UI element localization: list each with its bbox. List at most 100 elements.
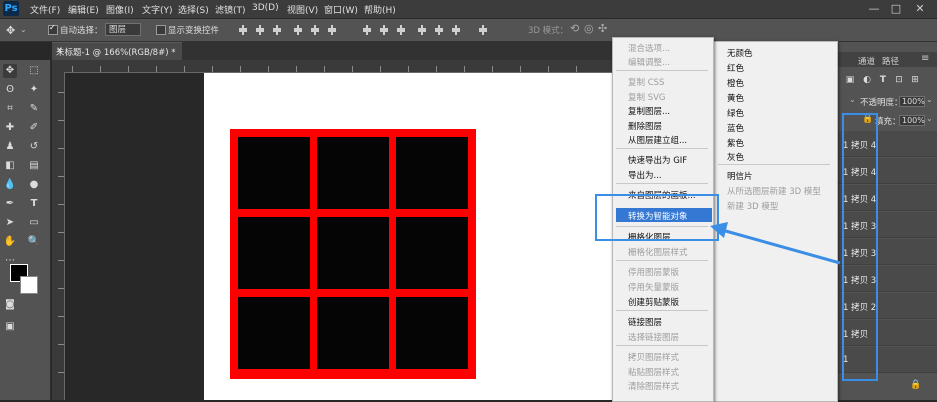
grid-cell[interactable] xyxy=(238,137,310,209)
menu-item[interactable]: 绿色 xyxy=(727,107,744,119)
menu-item[interactable]: 红色 xyxy=(727,62,744,74)
filter-adjust-icon[interactable]: ◐ xyxy=(862,75,872,85)
menu-edit[interactable]: 编辑(E) xyxy=(68,3,99,16)
filter-shape-icon[interactable]: ⊡ xyxy=(894,75,904,85)
document-tab[interactable]: 未标题-1 @ 166%(RGB/8#) * ✕ xyxy=(52,42,182,60)
menu-item[interactable]: 创建剪贴蒙版 xyxy=(628,296,679,308)
tab-channels[interactable]: 通道 xyxy=(858,55,875,67)
crop-tool-icon[interactable]: ⌗ xyxy=(3,102,17,116)
grid-cell[interactable] xyxy=(317,217,389,289)
close-window-button[interactable]: ✕ xyxy=(912,1,928,16)
align-right-icon[interactable] xyxy=(327,25,337,35)
panel-menu-icon[interactable]: ≡ xyxy=(921,53,929,64)
menu-file[interactable]: 文件(F) xyxy=(30,3,60,16)
dodge-tool-icon[interactable]: ● xyxy=(27,178,41,192)
auto-align-icon[interactable] xyxy=(478,25,488,35)
align-vcenter-icon[interactable] xyxy=(255,25,265,35)
zoom-tool-icon[interactable]: 🔍 xyxy=(27,235,41,249)
auto-select-checkbox[interactable] xyxy=(48,23,58,35)
3d-roll-icon[interactable]: ◎ xyxy=(584,22,594,35)
menu-filter[interactable]: 滤镜(T) xyxy=(215,3,246,16)
tab-paths[interactable]: 路径 xyxy=(882,55,899,67)
menu-item[interactable]: 导出为... xyxy=(628,169,662,181)
move-tool-icon[interactable]: ✥ xyxy=(6,24,15,37)
menu-item[interactable]: 链接图层 xyxy=(628,316,662,328)
chevron-down-icon[interactable]: ⌄ xyxy=(926,114,933,123)
red-grid-artwork[interactable] xyxy=(230,129,476,379)
filter-smart-icon[interactable]: ⊞ xyxy=(910,75,920,85)
filter-image-icon[interactable]: ▣ xyxy=(845,75,855,85)
eraser-tool-icon[interactable]: ◧ xyxy=(3,159,17,173)
grid-cell[interactable] xyxy=(238,297,310,369)
menu-item[interactable]: 快速导出为 GIF xyxy=(628,154,687,166)
stamp-tool-icon[interactable]: ♟ xyxy=(3,140,17,154)
menu-item[interactable]: 明信片 xyxy=(727,170,753,182)
blur-tool-icon[interactable]: 💧 xyxy=(3,178,17,192)
marquee-tool-icon[interactable]: ⬚ xyxy=(27,64,41,78)
background-color-swatch[interactable] xyxy=(20,276,38,294)
grid-cell[interactable] xyxy=(396,297,468,369)
align-hcenter-icon[interactable] xyxy=(310,25,320,35)
menu-item[interactable]: 复制图层... xyxy=(628,105,670,117)
history-brush-icon[interactable]: ↺ xyxy=(27,140,41,154)
magic-wand-icon[interactable]: ✦ xyxy=(27,83,41,97)
chevron-down-icon[interactable]: ⌄ xyxy=(20,25,27,34)
pen-tool-icon[interactable]: ✒ xyxy=(3,197,17,211)
menu-image[interactable]: 图像(I) xyxy=(106,3,134,16)
fill-field[interactable]: 100% xyxy=(899,115,925,126)
menu-item[interactable]: 无颜色 xyxy=(727,47,753,59)
menu-item[interactable]: 紫色 xyxy=(727,137,744,149)
menu-help[interactable]: 帮助(H) xyxy=(364,3,396,16)
distribute-left-icon[interactable] xyxy=(417,25,427,35)
3d-pan-icon[interactable]: ✣ xyxy=(598,22,607,35)
filter-type-icon[interactable]: T xyxy=(878,75,888,85)
menu-select[interactable]: 选择(S) xyxy=(178,3,209,16)
eyedropper-icon[interactable]: ✎ xyxy=(27,102,41,116)
grid-cell[interactable] xyxy=(317,297,389,369)
move-tool-icon[interactable]: ✥ xyxy=(3,64,17,78)
align-bottom-icon[interactable] xyxy=(272,25,282,35)
distribute-hcenter-icon[interactable] xyxy=(434,25,444,35)
maximize-button[interactable]: □ xyxy=(888,1,904,16)
grid-cell[interactable] xyxy=(396,137,468,209)
chevron-down-icon[interactable]: ⌄ xyxy=(926,95,933,104)
rectangle-tool-icon[interactable]: ▭ xyxy=(27,216,41,230)
menu-item[interactable]: 蓝色 xyxy=(727,122,744,134)
distribute-top-icon[interactable] xyxy=(362,25,372,35)
grid-cell[interactable] xyxy=(317,137,389,209)
show-transform-checkbox[interactable] xyxy=(156,25,166,35)
align-top-icon[interactable] xyxy=(238,25,248,35)
chevron-down-icon[interactable]: ⌄ xyxy=(849,95,856,104)
menu-item: 复制 SVG xyxy=(628,93,666,103)
menu-item[interactable]: 灰色 xyxy=(727,151,744,163)
align-left-icon[interactable] xyxy=(293,25,303,35)
distribute-vcenter-icon[interactable] xyxy=(379,25,389,35)
minimize-button[interactable]: — xyxy=(866,1,882,16)
grid-cell[interactable] xyxy=(396,217,468,289)
type-tool-icon[interactable]: T xyxy=(27,197,41,211)
auto-select-dropdown[interactable]: 图层 xyxy=(105,23,141,36)
screen-mode-icon[interactable]: ▣ xyxy=(3,320,17,334)
menu-item[interactable]: 从图层建立组... xyxy=(628,134,687,146)
menu-item[interactable]: 黄色 xyxy=(727,92,744,104)
brush-tool-icon[interactable]: ✐ xyxy=(27,121,41,135)
menu-window[interactable]: 窗口(W) xyxy=(324,3,358,16)
distribute-bottom-icon[interactable] xyxy=(396,25,406,35)
opacity-field[interactable]: 100% xyxy=(899,96,925,107)
grid-cell[interactable] xyxy=(238,217,310,289)
gradient-tool-icon[interactable]: ▤ xyxy=(27,159,41,173)
close-icon[interactable]: ✕ xyxy=(56,46,63,56)
path-select-icon[interactable]: ➤ xyxy=(3,216,17,230)
menu-item[interactable]: 删除图层 xyxy=(628,120,662,132)
lock-icon[interactable]: 🔒 xyxy=(910,380,921,390)
menu-view[interactable]: 视图(V) xyxy=(287,3,318,16)
3d-orbit-icon[interactable]: ⟲ xyxy=(570,22,579,35)
menu-3d[interactable]: 3D(D) xyxy=(252,3,279,13)
healing-brush-icon[interactable]: ✚ xyxy=(3,121,17,135)
menu-type[interactable]: 文字(Y) xyxy=(142,3,173,16)
distribute-right-icon[interactable] xyxy=(451,25,461,35)
menu-item[interactable]: 橙色 xyxy=(727,77,744,89)
hand-tool-icon[interactable]: ✋ xyxy=(3,235,17,249)
quick-mask-icon[interactable]: ◙ xyxy=(3,298,17,312)
lasso-tool-icon[interactable]: ʘ xyxy=(3,83,17,97)
